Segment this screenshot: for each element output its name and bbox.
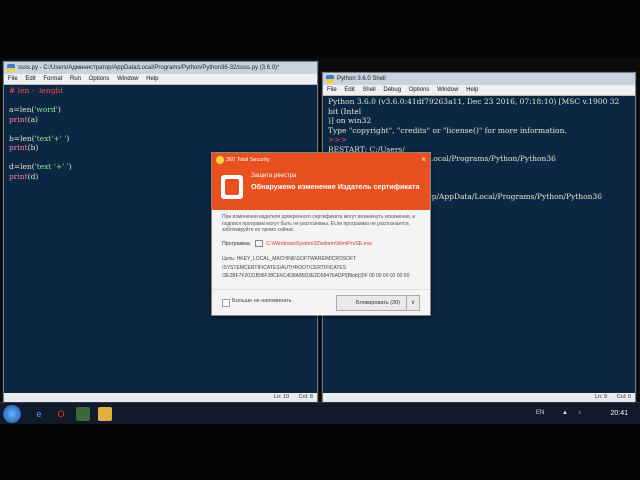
menu-edit[interactable]: Edit bbox=[344, 87, 354, 93]
menu-window[interactable]: Window bbox=[117, 76, 138, 82]
letterbox-top bbox=[0, 0, 640, 58]
editor-titlebar[interactable]: ssss.py - C:/Users/Администратор/AppData… bbox=[4, 62, 317, 74]
target-label: Цель: bbox=[222, 256, 236, 263]
menu-format[interactable]: Format bbox=[43, 76, 62, 82]
shell-col: Col: 0 bbox=[616, 394, 631, 400]
folder-icon[interactable] bbox=[98, 407, 112, 421]
editor-statusbar: Ln: 10 Col: 8 bbox=[4, 393, 317, 402]
menu-run[interactable]: Run bbox=[70, 76, 81, 82]
shell-line: Python 3.6.0 (v3.6.0:41df79263a11, Dec 2… bbox=[328, 97, 620, 116]
menu-edit[interactable]: Edit bbox=[25, 76, 35, 82]
idle-icon[interactable] bbox=[76, 407, 90, 421]
chevron-down-icon[interactable]: v bbox=[406, 296, 419, 310]
dialog-description: При изменении издателя доверенного серти… bbox=[222, 214, 416, 234]
dialog-heading: Обнаружено изменение Издатель сертификат… bbox=[251, 182, 420, 191]
volume-icon[interactable]: ♪ bbox=[578, 410, 581, 416]
360-logo-icon bbox=[216, 156, 224, 164]
dialog-body: При изменении издателя доверенного серти… bbox=[212, 210, 430, 285]
menu-help[interactable]: Help bbox=[146, 76, 158, 82]
opera-icon[interactable]: O bbox=[54, 407, 68, 421]
menu-debug[interactable]: Debug bbox=[383, 87, 401, 93]
menu-options[interactable]: Options bbox=[89, 76, 110, 82]
program-row: Программа: C:\Windows\System32\wbem\WmiP… bbox=[222, 239, 420, 248]
menu-shell[interactable]: Shell bbox=[362, 87, 375, 93]
target-line: \SYSTEMCERTIFICATES\AUTHROOT\CERTIFICATE… bbox=[222, 264, 347, 271]
taskbar: e O EN ▲ ♪ 20:41 bbox=[0, 402, 640, 425]
menu-options[interactable]: Options bbox=[409, 87, 430, 93]
editor-ln: Ln: 10 bbox=[273, 394, 290, 400]
editor-col: Col: 8 bbox=[298, 394, 313, 400]
shell-ln: Ln: 9 bbox=[594, 394, 608, 400]
dialog-title: 360 Total Security bbox=[226, 157, 270, 163]
dont-remind-checkbox[interactable] bbox=[222, 299, 230, 307]
menu-help[interactable]: Help bbox=[466, 87, 478, 93]
program-label: Программа: bbox=[222, 240, 252, 247]
shell-statusbar: Ln: 9 Col: 0 bbox=[323, 393, 635, 402]
menu-file[interactable]: File bbox=[327, 87, 337, 93]
close-icon[interactable]: × bbox=[421, 153, 426, 167]
shell-title: Python 3.6.0 Shell bbox=[337, 76, 386, 82]
program-value: C:\Windows\System32\wbem\WmiPrvSE.exe bbox=[266, 240, 373, 247]
shell-prompt: >>> bbox=[328, 135, 347, 144]
dialog-titlebar[interactable]: 360 Total Security × bbox=[212, 153, 430, 167]
dont-remind-label[interactable]: Больше не напоминать bbox=[232, 298, 292, 304]
editor-menubar: File Edit Format Run Options Window Help bbox=[4, 74, 317, 85]
letterbox-bottom bbox=[0, 424, 640, 480]
shell-titlebar[interactable]: Python 3.6.0 Shell bbox=[323, 73, 635, 85]
block-button-label: Блокировать (30) bbox=[356, 300, 400, 306]
menu-window[interactable]: Window bbox=[437, 87, 458, 93]
dialog-banner: Защита реестра Обнаружено изменение Изда… bbox=[212, 167, 430, 210]
registry-shield-icon bbox=[221, 175, 243, 199]
shell-line: )] on win32 bbox=[328, 116, 372, 125]
network-icon[interactable]: ▲ bbox=[562, 410, 568, 416]
shell-line: Type "copyright", "credits" or "license(… bbox=[328, 125, 567, 135]
ie-icon[interactable]: e bbox=[32, 407, 46, 421]
language-indicator[interactable]: EN bbox=[536, 410, 544, 416]
clock[interactable]: 20:41 bbox=[610, 410, 628, 417]
target-line: HKEY_LOCAL_MACHINE\SOFTWARE\MICROSOFT bbox=[236, 256, 357, 263]
target-block: Цель: HKEY_LOCAL_MACHINE\SOFTWARE\MICROS… bbox=[222, 255, 420, 281]
screen: ssss.py - C:/Users/Администратор/AppData… bbox=[0, 0, 640, 480]
target-line: \3E2BF7F2031B96F38CE6C4D8A85D3E2D58476AD… bbox=[222, 273, 410, 280]
editor-title: ssss.py - C:/Users/Администратор/AppData… bbox=[18, 65, 280, 71]
dialog-footer: Больше не напоминать Блокировать (30) v bbox=[212, 289, 430, 315]
menu-file[interactable]: File bbox=[8, 76, 18, 82]
python-icon bbox=[7, 64, 15, 72]
dialog-subtitle: Защита реестра bbox=[251, 173, 297, 179]
python-icon bbox=[326, 75, 334, 83]
start-button[interactable] bbox=[3, 405, 21, 423]
file-icon bbox=[254, 239, 263, 247]
block-button[interactable]: Блокировать (30) v bbox=[336, 295, 420, 311]
security-dialog[interactable]: 360 Total Security × Защита реестра Обна… bbox=[211, 152, 431, 316]
shell-menubar: File Edit Shell Debug Options Window Hel… bbox=[323, 85, 635, 96]
